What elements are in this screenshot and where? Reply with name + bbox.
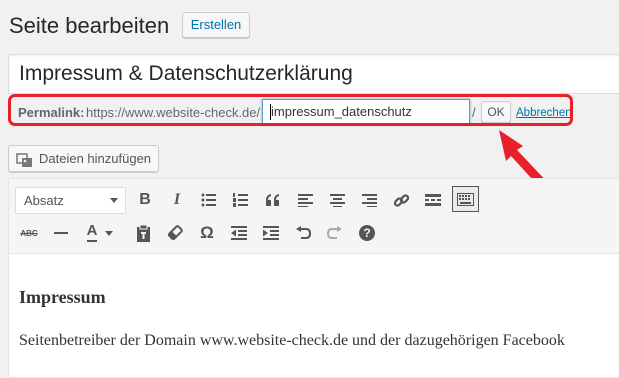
italic-icon[interactable]: I: [165, 188, 189, 212]
paste-as-text-icon[interactable]: [131, 221, 155, 245]
align-center-icon[interactable]: [325, 188, 349, 212]
media-icon: [16, 151, 33, 176]
redo-icon[interactable]: [323, 221, 347, 245]
chevron-down-icon: [110, 198, 118, 203]
content-heading: Impressum: [19, 287, 106, 307]
annotation-highlight-box: [8, 94, 573, 126]
horizontal-line-icon[interactable]: [49, 221, 73, 245]
add-media-button[interactable]: Dateien hinzufügen: [8, 145, 159, 172]
strikethrough-icon[interactable]: ABC: [17, 221, 41, 245]
undo-icon[interactable]: [291, 221, 315, 245]
format-select[interactable]: Absatz: [15, 187, 126, 214]
new-page-button[interactable]: Erstellen: [182, 12, 250, 38]
format-select-value: Absatz: [24, 193, 64, 208]
toolbar-toggle-icon[interactable]: [452, 186, 479, 212]
chevron-down-icon: [105, 230, 114, 236]
help-icon[interactable]: ?: [355, 221, 379, 245]
clear-formatting-icon[interactable]: [163, 221, 187, 245]
page-title: Seite bearbeiten: [9, 13, 170, 38]
blockquote-icon[interactable]: [261, 188, 285, 212]
title-input[interactable]: Impressum & Datenschutzerklärung: [8, 54, 619, 94]
content-paragraph: Seitenbetreiber der Domain www.website-c…: [19, 332, 565, 349]
align-left-icon[interactable]: [293, 188, 317, 212]
bulleted-list-icon[interactable]: [197, 188, 221, 212]
link-icon[interactable]: [389, 188, 413, 212]
bold-icon[interactable]: B: [133, 188, 157, 212]
add-media-label: Dateien hinzufügen: [39, 151, 152, 166]
special-character-icon[interactable]: Ω: [195, 221, 219, 245]
numbered-list-icon[interactable]: [229, 188, 253, 212]
text-color-icon[interactable]: A: [81, 221, 119, 245]
outdent-icon[interactable]: [227, 221, 251, 245]
read-more-icon[interactable]: [421, 188, 445, 212]
align-right-icon[interactable]: [357, 188, 381, 212]
indent-icon[interactable]: [259, 221, 283, 245]
